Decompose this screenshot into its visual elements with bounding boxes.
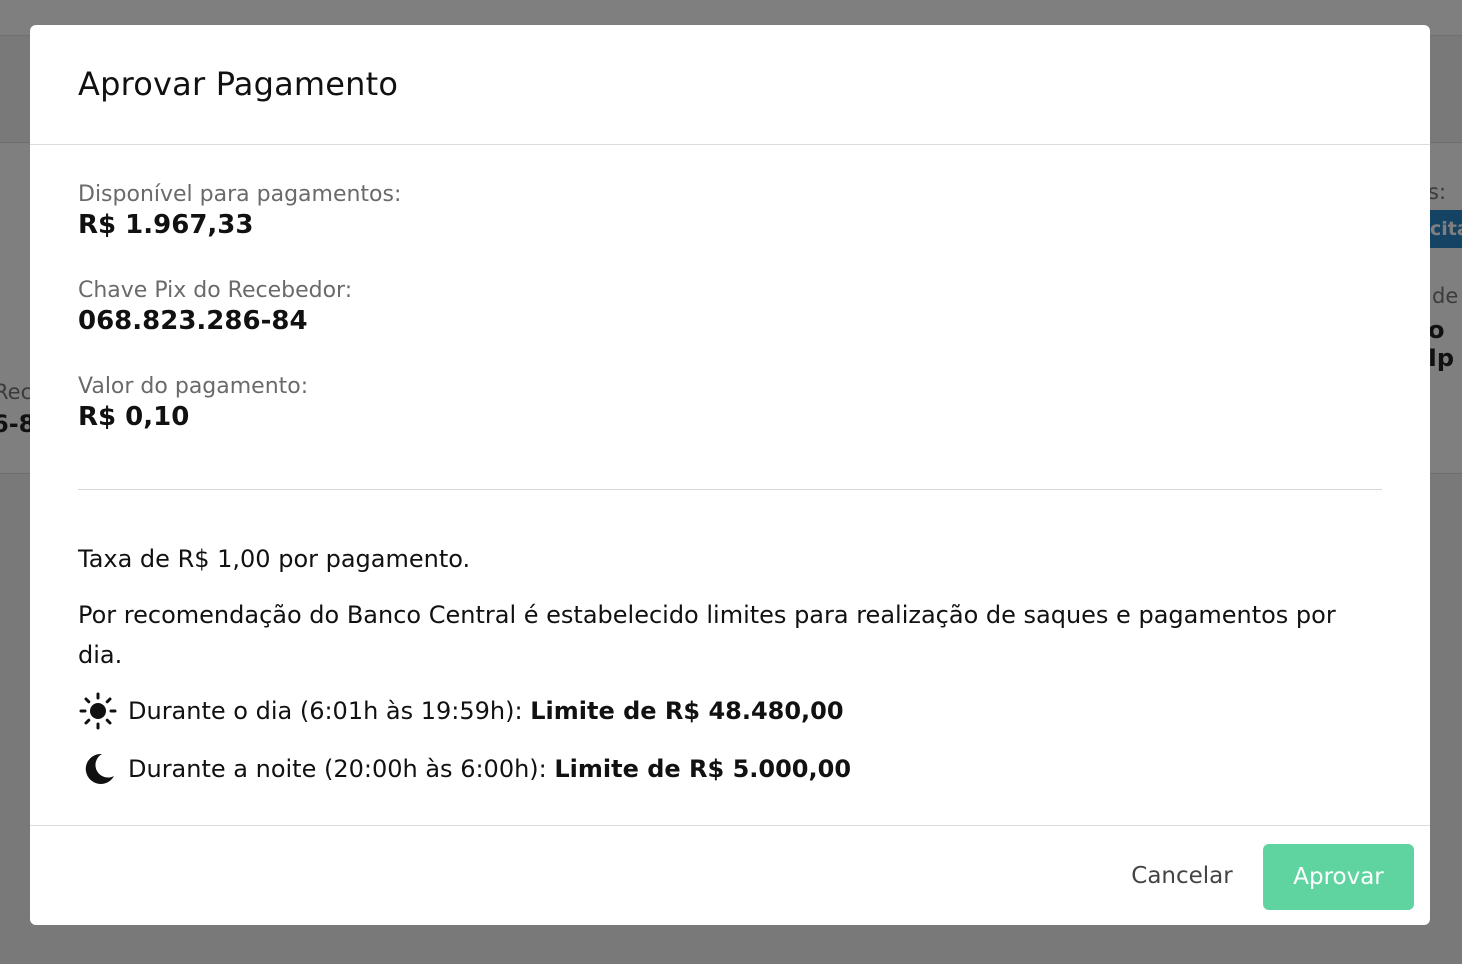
available-balance-label: Disponível para pagamentos: [78,182,402,207]
dialog-footer: Cancelar Aprovar [30,825,1430,925]
night-period-text: Durante a noite (20:00h às 6:00h): [128,755,555,783]
payment-amount-field: Valor do pagamento: R$ 0,10 [78,374,1382,434]
dialog-title: Aprovar Pagamento [78,65,399,103]
day-period-text: Durante o dia (6:01h às 19:59h): [128,697,531,725]
dialog-header: Aprovar Pagamento [30,25,1430,145]
day-limit-value: Limite de R$ 48.480,00 [530,697,844,725]
night-limit-text: Durante a noite (20:00h às 6:00h): Limit… [128,755,851,783]
day-limit-row: Durante o dia (6:01h às 19:59h): Limite … [78,689,1368,733]
pix-key-value: 068.823.286-84 [78,306,308,336]
sun-icon [78,691,118,731]
approve-button[interactable]: Aprovar [1263,844,1414,910]
available-balance-value: R$ 1.967,33 [78,210,254,240]
night-limit-value: Limite de R$ 5.000,00 [554,755,852,783]
payment-amount-value: R$ 0,10 [78,402,190,432]
section-divider [78,489,1382,490]
limits-info: Taxa de R$ 1,00 por pagamento. Por recom… [78,537,1368,791]
night-limit-row: Durante a noite (20:00h às 6:00h): Limit… [78,747,1368,791]
pix-key-field: Chave Pix do Recebedor: 068.823.286-84 [78,278,1382,338]
pix-key-label: Chave Pix do Recebedor: [78,278,353,303]
cancel-button[interactable]: Cancelar [1115,844,1249,908]
payment-amount-label: Valor do pagamento: [78,374,309,399]
dialog-body: Disponível para pagamentos: R$ 1.967,33 … [78,146,1382,434]
fee-text: Taxa de R$ 1,00 por pagamento. [78,545,471,573]
moon-icon [78,749,118,789]
recommendation-text: Por recomendação do Banco Central é esta… [78,601,1336,669]
available-balance-field: Disponível para pagamentos: R$ 1.967,33 [78,182,1382,242]
approve-payment-dialog: Aprovar Pagamento Disponível para pagame… [30,25,1430,925]
day-limit-text: Durante o dia (6:01h às 19:59h): Limite … [128,697,844,725]
